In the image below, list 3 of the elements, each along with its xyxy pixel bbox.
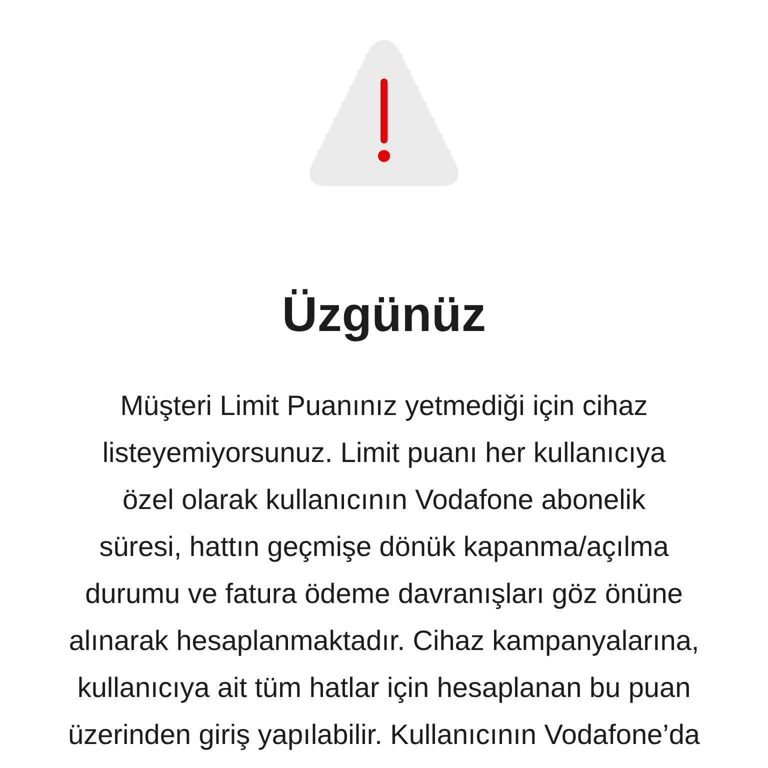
title: Üzgünüz [282,287,486,344]
warning-icon [308,40,460,186]
message-text: Müşteri Limit Puanınız yetmediği için cihaz listeyemiyorsunuz. Limit puanı her kullanıcıya özel olarak kullanıcının Vodafone abonelik süresi, hattın geçmişe dönük kapanma/açılma durumu ve fatura ödeme davranışları göz önüne alınarak hesaplanmaktadır. Cihaz kampanyalarına, kullanıcıya ait tüm hatlar için hesaplanan bu puan üzerinden giriş yapılabilir. Kullanıcının Vodafone’da [67,389,701,752]
